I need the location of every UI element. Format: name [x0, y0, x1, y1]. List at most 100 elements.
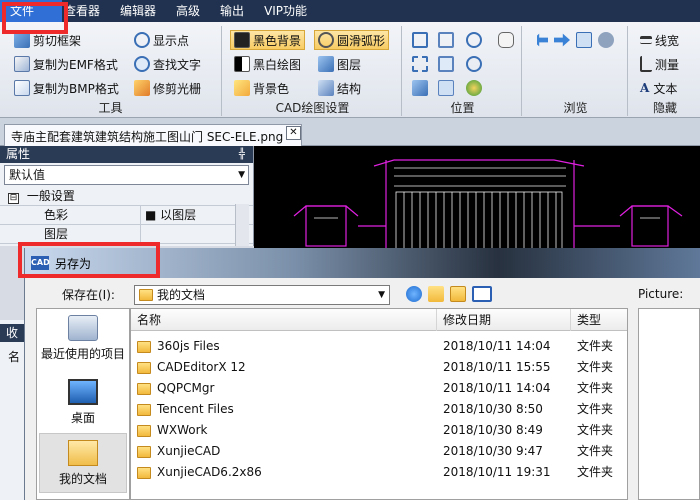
copy-bmp-button[interactable]: 复制为BMP格式	[14, 78, 119, 98]
dialog-toolbar	[406, 286, 492, 302]
ribbon-group-tools: 剪切框架 显示点 复制为EMF格式 查找文字 复制为BMP格式 修剪光栅 工具	[0, 26, 222, 116]
general-settings-label: 一般设置	[26, 189, 75, 203]
bw-drawing-button[interactable]: 黑白绘图	[234, 54, 301, 74]
line-width-button[interactable]: 线宽	[640, 30, 679, 50]
structure-button[interactable]: 结构	[318, 78, 361, 98]
properties-scrollbar[interactable]	[235, 204, 249, 246]
new-folder-icon[interactable]	[450, 286, 466, 302]
back-arrow-icon[interactable]	[532, 33, 548, 47]
save-in-value: 我的文档	[157, 288, 206, 302]
file-name-cell: XunjieCAD6.2x86	[137, 462, 262, 483]
pan-hand-icon[interactable]	[498, 32, 514, 48]
properties-title: 属性 ╬	[0, 146, 253, 163]
places-bar: 最近使用的项目 桌面 我的文档	[36, 308, 130, 500]
black-background-button[interactable]: 黑色背景	[230, 30, 306, 50]
clip-frame-icon	[14, 32, 30, 48]
file-name: 360js Files	[157, 339, 220, 353]
file-name: XunjieCAD	[157, 444, 221, 458]
layers-label: 图层	[337, 57, 362, 72]
zoom-extents-icon[interactable]	[412, 56, 428, 72]
points-icon	[134, 32, 150, 48]
zoom-out-icon[interactable]	[466, 56, 482, 72]
folder-icon	[137, 361, 151, 374]
view-3d-icon[interactable]	[438, 80, 454, 96]
document-tab[interactable]: 寺庙主配套建筑建筑结构施工图山门 SEC-ELE.png	[4, 124, 302, 146]
file-name: WXWork	[157, 423, 208, 437]
black-background-label[interactable]: 黑色背景	[253, 32, 301, 49]
cad-settings-group-title: CAD绘图设置	[275, 101, 350, 115]
file-row[interactable]: XunjieCAD6.2x86 2018/10/11 19:31 文件夹	[131, 462, 627, 483]
file-row[interactable]: 360js Files 2018/10/11 14:04 文件夹	[131, 336, 627, 357]
page-icon[interactable]	[576, 32, 592, 48]
copy-bmp-label: 复制为BMP格式	[33, 81, 119, 96]
column-header-date[interactable]: 修改日期	[437, 309, 571, 331]
place-recent[interactable]: 最近使用的项目	[37, 315, 129, 371]
column-header-type[interactable]: 类型	[571, 309, 627, 331]
folder-icon	[137, 382, 151, 395]
clip-frame-label: 剪切框架	[33, 33, 82, 48]
folder-icon	[137, 466, 151, 479]
settings-icon[interactable]	[598, 32, 614, 48]
drawing-canvas[interactable]	[254, 146, 700, 250]
file-list-header: 名称 修改日期 类型	[131, 309, 627, 331]
menu-editor[interactable]: 编辑器	[110, 0, 166, 22]
rotate-icon[interactable]	[412, 80, 428, 96]
folder-icon	[137, 403, 151, 416]
file-name-cell: CADEditorX 12	[137, 357, 246, 378]
menu-advanced[interactable]: 高级	[166, 0, 210, 22]
smooth-arc-button[interactable]: 圆滑弧形	[314, 30, 390, 50]
zoom-in-icon[interactable]	[466, 32, 482, 48]
property-value[interactable]: ■ 以图层	[140, 206, 196, 225]
up-folder-icon[interactable]	[428, 286, 444, 302]
properties-panel: 属性 ╬ 默认值 ▼ ⊟ 一般设置 色彩 ■ 以图层 图层	[0, 146, 254, 246]
copy-emf-button[interactable]: 复制为EMF格式	[14, 54, 118, 74]
measure-button[interactable]: 测量	[640, 54, 679, 74]
file-row[interactable]: QQPCMgr 2018/10/11 14:04 文件夹	[131, 378, 627, 399]
pin-icon[interactable]: ╬	[239, 146, 245, 163]
back-icon[interactable]	[406, 286, 422, 302]
column-header-name[interactable]: 名称	[131, 309, 437, 331]
trim-raster-button[interactable]: 修剪光栅	[134, 78, 201, 98]
show-points-button[interactable]: 显示点	[134, 30, 189, 50]
file-date: 2018/10/11 14:04	[443, 339, 551, 353]
show-points-label: 显示点	[153, 33, 190, 48]
background-color-button[interactable]: 背景色	[234, 78, 289, 98]
general-settings-row[interactable]: ⊟ 一般设置	[0, 187, 253, 206]
save-in-combo[interactable]: 我的文档 ▼	[134, 285, 390, 305]
menu-bar: 文件 查看器 编辑器 高级 输出 VIP功能	[0, 0, 700, 22]
bmp-icon	[14, 80, 30, 96]
desktop-icon	[68, 379, 98, 405]
fit-icon[interactable]	[438, 32, 454, 48]
file-row[interactable]: Tencent Files 2018/10/30 8:50 文件夹	[131, 399, 627, 420]
fit-all-icon[interactable]	[438, 56, 454, 72]
layers-button[interactable]: 图层	[318, 54, 361, 74]
hide-group-title: 隐藏	[652, 101, 677, 115]
close-tab-button[interactable]: ✕	[286, 126, 301, 140]
menu-vip[interactable]: VIP功能	[254, 0, 317, 22]
view-menu-icon[interactable]	[472, 286, 492, 302]
place-desktop[interactable]: 桌面	[37, 379, 129, 429]
file-row[interactable]: WXWork 2018/10/30 8:49 文件夹	[131, 420, 627, 441]
ribbon-group-browse: 浏览	[524, 26, 628, 116]
collapse-icon[interactable]: ⊟	[8, 193, 19, 204]
file-date: 2018/10/30 9:47	[443, 444, 543, 458]
menu-viewer[interactable]: 查看器	[62, 0, 110, 22]
zoom-window-icon[interactable]	[412, 32, 428, 48]
place-documents[interactable]: 我的文档	[39, 433, 127, 493]
file-row[interactable]: XunjieCAD 2018/10/30 9:47 文件夹	[131, 441, 627, 462]
file-date: 2018/10/11 14:04	[443, 381, 551, 395]
text-label: 文本	[653, 81, 678, 96]
find-text-label: 查找文字	[153, 57, 202, 72]
file-row[interactable]: CADEditorX 12 2018/10/11 15:55 文件夹	[131, 357, 627, 378]
property-row[interactable]: 色彩 ■ 以图层	[0, 206, 253, 225]
file-type: 文件夹	[577, 381, 614, 395]
properties-combo[interactable]: 默认值 ▼	[4, 165, 249, 185]
chevron-down-icon: ▼	[378, 290, 385, 300]
text-button[interactable]: A 文本	[640, 78, 677, 98]
menu-output[interactable]: 输出	[210, 0, 254, 22]
visual-style-icon[interactable]	[466, 80, 482, 96]
forward-arrow-icon[interactable]	[554, 33, 570, 47]
find-text-button[interactable]: 查找文字	[134, 54, 201, 74]
file-type: 文件夹	[577, 360, 614, 374]
smooth-arc-icon	[318, 32, 334, 48]
